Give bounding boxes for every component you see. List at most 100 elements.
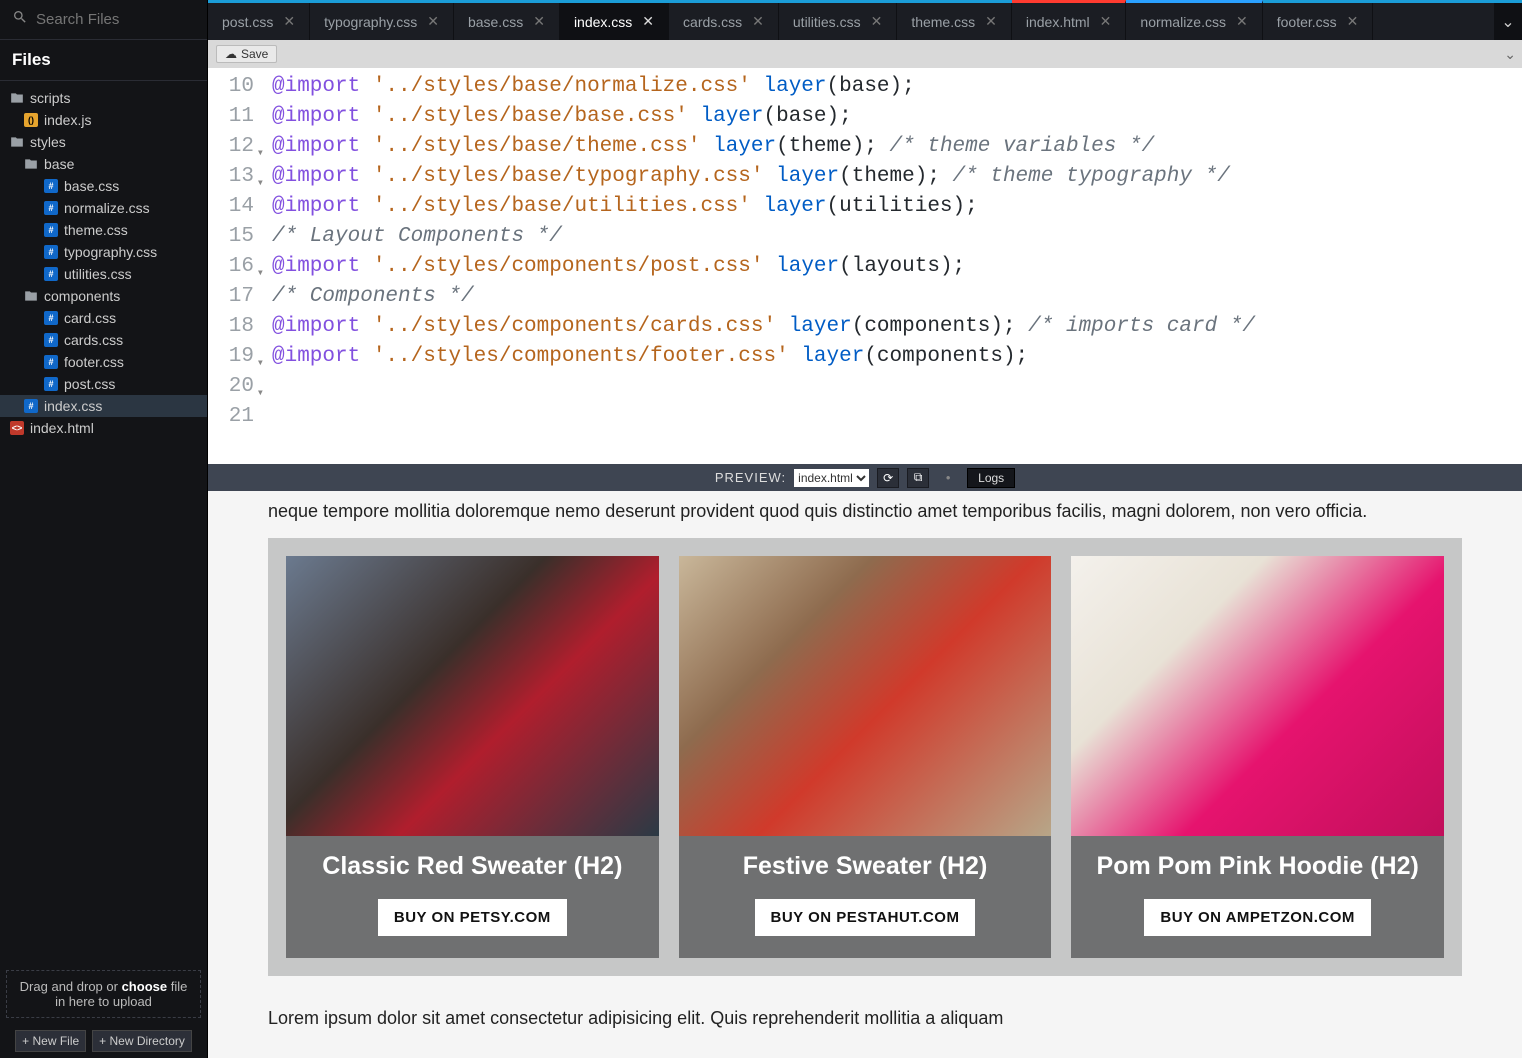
refresh-icon[interactable]: ⟳ bbox=[877, 468, 899, 488]
tab-utilities.css[interactable]: utilities.css✕ bbox=[779, 3, 897, 40]
file-index.js[interactable]: () index.js bbox=[0, 109, 207, 131]
close-icon[interactable]: ✕ bbox=[752, 13, 764, 30]
css-file-icon: # bbox=[44, 245, 58, 259]
editor-toolbar: ☁ Save ⌄ bbox=[208, 40, 1522, 68]
tab-base.css[interactable]: base.css ✕ bbox=[454, 3, 560, 40]
folder-styles[interactable]: styles bbox=[0, 131, 207, 153]
close-icon[interactable]: ✕ bbox=[871, 13, 883, 30]
close-icon[interactable]: ✕ bbox=[1100, 13, 1112, 30]
tab-label: post.css bbox=[222, 14, 273, 30]
tree-item-label: scripts bbox=[30, 90, 70, 106]
folder-icon bbox=[24, 157, 38, 171]
product-card: Pom Pom Pink Hoodie (H2)BUY ON AMPETZON.… bbox=[1071, 556, 1444, 958]
file-index.html[interactable]: <>index.html bbox=[0, 417, 207, 439]
close-icon[interactable]: ✕ bbox=[985, 13, 997, 30]
preview-toolbar: PREVIEW: index.html ⟳ ⧉ • Logs bbox=[208, 464, 1522, 491]
tree-item-label: cards.css bbox=[64, 332, 123, 348]
folder-scripts[interactable]: scripts bbox=[0, 87, 207, 109]
folder-icon bbox=[10, 135, 24, 149]
tab-label: footer.css bbox=[1277, 14, 1337, 30]
css-file-icon: # bbox=[44, 223, 58, 237]
tree-item-label: utilities.css bbox=[64, 266, 132, 282]
close-icon[interactable]: ✕ bbox=[1347, 13, 1359, 30]
buy-button[interactable]: BUY ON PESTAHUT.COM bbox=[755, 899, 976, 936]
new-directory-button[interactable]: + New Directory bbox=[92, 1030, 192, 1052]
preview-label: PREVIEW: bbox=[715, 470, 786, 485]
tab-footer.css[interactable]: footer.css ✕ bbox=[1263, 3, 1374, 40]
file-post.css[interactable]: # post.css bbox=[0, 373, 207, 395]
tree-item-label: card.css bbox=[64, 310, 116, 326]
tab-index.css[interactable]: index.css ✕ bbox=[560, 3, 669, 40]
tree-item-label: styles bbox=[30, 134, 66, 150]
file-index.css[interactable]: # index.css bbox=[0, 395, 207, 417]
tab-cards.css[interactable]: cards.css ✕ bbox=[669, 3, 779, 40]
open-external-icon[interactable]: ⧉ bbox=[907, 468, 929, 488]
close-icon[interactable]: ✕ bbox=[533, 13, 545, 30]
product-card: Festive Sweater (H2) BUY ON PESTAHUT.COM bbox=[679, 556, 1052, 958]
tree-item-label: index.js bbox=[44, 112, 91, 128]
search-row bbox=[0, 0, 207, 40]
folder-base[interactable]: base bbox=[0, 153, 207, 175]
css-file-icon: # bbox=[44, 311, 58, 325]
close-icon[interactable]: ✕ bbox=[642, 13, 654, 30]
file-footer.css[interactable]: #footer.css bbox=[0, 351, 207, 373]
tab-overflow-button[interactable]: ⌄ bbox=[1494, 3, 1522, 40]
folder-components[interactable]: components bbox=[0, 285, 207, 307]
file-base.css[interactable]: #base.css bbox=[0, 175, 207, 197]
logs-button[interactable]: Logs bbox=[967, 468, 1015, 488]
file-theme.css[interactable]: #theme.css bbox=[0, 219, 207, 241]
css-file-icon: # bbox=[24, 399, 38, 413]
buy-button[interactable]: BUY ON AMPETZON.COM bbox=[1144, 899, 1371, 936]
tree-item-label: components bbox=[44, 288, 120, 304]
line-gutter: 101112131415161718192021 bbox=[208, 68, 262, 464]
file-tree: scripts()index.jsstylesbase#base.css#nor… bbox=[0, 81, 207, 964]
card-title: Festive Sweater (H2) bbox=[691, 852, 1040, 881]
main: post.css✕typography.css✕base.css✕index.c… bbox=[208, 0, 1522, 1058]
preview-pane[interactable]: neque tempore mollitia doloremque nemo d… bbox=[208, 491, 1522, 1058]
file-typography.css[interactable]: #typography.css bbox=[0, 241, 207, 263]
tab-label: index.css bbox=[574, 14, 632, 30]
preview-file-select[interactable]: index.html bbox=[794, 469, 869, 487]
files-header: Files bbox=[0, 40, 207, 81]
tab-label: index.html bbox=[1026, 14, 1090, 30]
tree-item-label: post.css bbox=[64, 376, 115, 392]
sidebar-bottom-buttons: + New File + New Directory bbox=[0, 1024, 207, 1058]
file-cards.css[interactable]: # cards.css bbox=[0, 329, 207, 351]
toolbar-chevron-icon[interactable]: ⌄ bbox=[1504, 46, 1516, 63]
tab-typography.css[interactable]: typography.css ✕ bbox=[310, 3, 454, 40]
tab-post.css[interactable]: post.css ✕ bbox=[208, 3, 310, 40]
css-file-icon: # bbox=[44, 333, 58, 347]
close-icon[interactable]: ✕ bbox=[283, 13, 295, 30]
file-card.css[interactable]: # card.css bbox=[0, 307, 207, 329]
code-editor[interactable]: 101112131415161718192021 @import '../sty… bbox=[208, 68, 1522, 464]
file-normalize.css[interactable]: #normalize.css bbox=[0, 197, 207, 219]
tab-theme.css[interactable]: theme.css✕ bbox=[897, 3, 1012, 40]
cloud-icon: ☁ bbox=[225, 47, 237, 61]
close-icon[interactable]: ✕ bbox=[1236, 13, 1248, 30]
card-image bbox=[679, 556, 1052, 836]
css-file-icon: # bbox=[44, 377, 58, 391]
file-utilities.css[interactable]: #utilities.css bbox=[0, 263, 207, 285]
html-file-icon: <> bbox=[10, 421, 24, 435]
tree-item-label: normalize.css bbox=[64, 200, 150, 216]
new-file-button[interactable]: + New File bbox=[15, 1030, 86, 1052]
code-content[interactable]: @import '../styles/base/normalize.css' l… bbox=[262, 68, 1265, 464]
dropzone-text: Drag and drop or bbox=[20, 979, 122, 994]
dropzone-choose-link[interactable]: choose bbox=[122, 979, 168, 994]
js-file-icon: () bbox=[24, 113, 38, 127]
close-icon[interactable]: ✕ bbox=[427, 13, 439, 30]
tab-label: base.css bbox=[468, 14, 523, 30]
buy-button[interactable]: BUY ON PETSY.COM bbox=[378, 899, 567, 936]
tab-label: typography.css bbox=[324, 14, 417, 30]
save-button[interactable]: ☁ Save bbox=[216, 45, 277, 63]
search-input[interactable] bbox=[36, 11, 195, 28]
tab-bar: post.css✕typography.css✕base.css✕index.c… bbox=[208, 0, 1522, 40]
tab-label: cards.css bbox=[683, 14, 742, 30]
folder-icon bbox=[10, 91, 24, 105]
tree-item-label: index.css bbox=[44, 398, 102, 414]
tab-normalize.css[interactable]: normalize.css✕ bbox=[1126, 0, 1262, 40]
dropzone[interactable]: Drag and drop or choose file in here to … bbox=[6, 970, 201, 1018]
save-label: Save bbox=[241, 47, 268, 61]
cards-container: Classic Red Sweater (H2)BUY ON PETSY.COM… bbox=[268, 538, 1462, 976]
tab-index.html[interactable]: index.html ✕ bbox=[1012, 0, 1127, 40]
